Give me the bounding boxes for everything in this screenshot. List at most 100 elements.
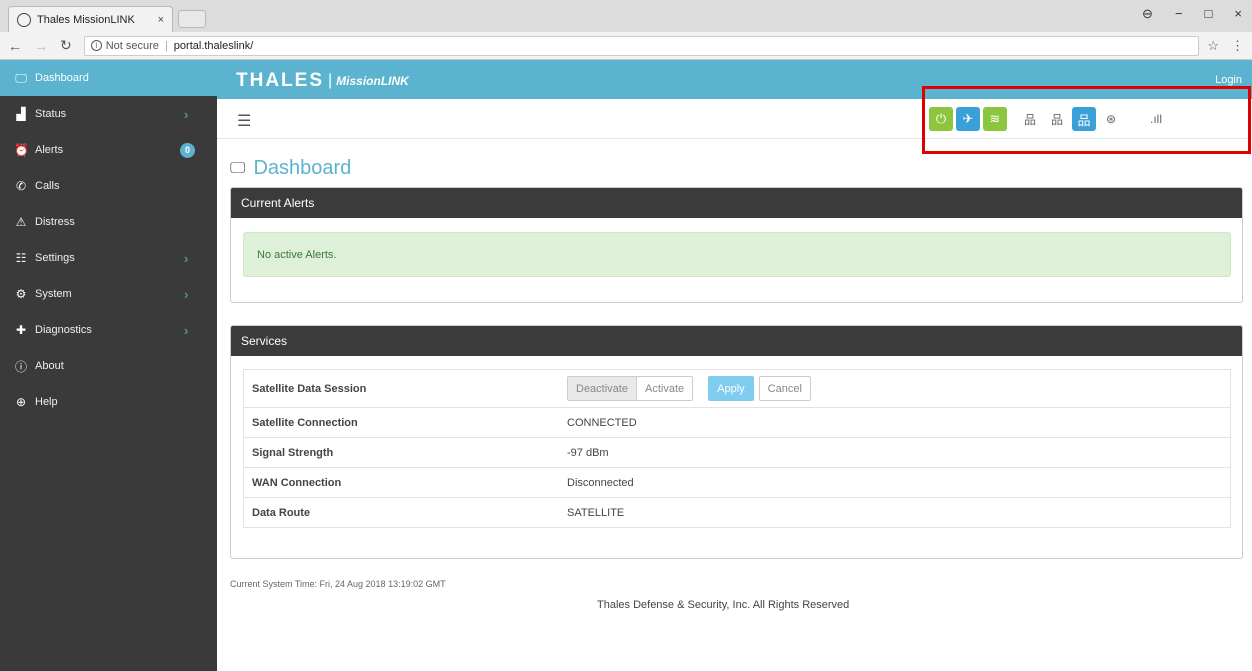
- sidebar-item-label: Alerts: [35, 144, 64, 156]
- browser-tab[interactable]: Thales MissionLINK ×: [8, 6, 173, 32]
- sidebar-item-dashboard[interactable]: 🖵 Dashboard: [0, 60, 217, 96]
- security-label: Not secure: [105, 39, 159, 52]
- sidebar-item-label: Settings: [35, 252, 75, 264]
- browser-toolbar: ← → ↻ i Not secure | portal.thaleslink/ …: [0, 32, 1252, 60]
- network-1-icon[interactable]: 品: [1018, 107, 1042, 131]
- row-value: -97 dBm: [567, 446, 609, 459]
- medkit-icon: ✚: [15, 323, 27, 337]
- alerts-count-badge: 0: [180, 142, 195, 158]
- window-controls: ⊖ − □ ×: [1142, 6, 1242, 22]
- url-text: portal.thaleslink/: [173, 39, 254, 52]
- deactivate-button[interactable]: Deactivate: [567, 376, 637, 401]
- address-bar[interactable]: i Not secure | portal.thaleslink/: [83, 35, 1200, 56]
- services-panel: Services Satellite Data Session Deactiva…: [230, 325, 1243, 559]
- sidebar-item-diagnostics[interactable]: ✚ Diagnostics ›: [0, 312, 217, 348]
- sidebar-item-about[interactable]: ⓘ About: [0, 348, 217, 384]
- activate-button[interactable]: Activate: [636, 376, 694, 401]
- sidebar-item-label: Dashboard: [35, 72, 89, 84]
- table-row: Satellite Connection CONNECTED: [244, 407, 1230, 437]
- sliders-icon: ☷: [15, 251, 27, 265]
- chevron-right-icon: ›: [184, 322, 189, 338]
- sidebar-item-label: Diagnostics: [35, 324, 92, 336]
- bookmark-star-icon[interactable]: ☆: [1207, 38, 1219, 54]
- sidebar-item-label: System: [35, 288, 72, 300]
- lifebuoy-icon: ⊕: [15, 395, 27, 409]
- power-status-icon[interactable]: ⏻: [929, 107, 953, 131]
- status-icon-bar: ⏻ ✈ ≋ 品 品 品 ⊛ .ıll: [929, 107, 1171, 131]
- browser-menu-icon[interactable]: ⋮: [1231, 38, 1244, 54]
- sidebar-item-alerts[interactable]: ⏰ Alerts 0: [0, 132, 217, 168]
- cancel-button[interactable]: Cancel: [758, 376, 811, 401]
- sidebar-item-label: Status: [35, 108, 67, 120]
- table-row: Data Route SATELLITE: [244, 497, 1230, 527]
- app-header: THALES | MissionLINK Login: [217, 60, 1252, 99]
- brand-separator: |: [328, 72, 333, 89]
- wifi-status-icon[interactable]: ≋: [983, 107, 1007, 131]
- sidebar-item-label: Distress: [35, 216, 75, 228]
- network-3-icon[interactable]: 品: [1072, 107, 1096, 131]
- table-row: Signal Strength -97 dBm: [244, 437, 1230, 467]
- reload-icon[interactable]: ↻: [60, 37, 72, 54]
- sidebar-item-label: About: [35, 360, 64, 372]
- new-tab-button[interactable]: [178, 10, 206, 28]
- info-circle-icon[interactable]: i: [90, 40, 102, 51]
- globe-status-icon[interactable]: ⊛: [1099, 107, 1123, 131]
- maximize-button[interactable]: □: [1205, 6, 1213, 22]
- sidebar-item-settings[interactable]: ☷ Settings ›: [0, 240, 217, 276]
- tab-title: Thales MissionLINK: [37, 13, 135, 26]
- sidebar-item-calls[interactable]: ✆ Calls: [0, 168, 217, 204]
- sidebar-item-distress[interactable]: ⚠ Distress: [0, 204, 217, 240]
- brand-sub: MissionLINK: [336, 74, 409, 88]
- panel-heading: Services: [231, 326, 1242, 356]
- gear-icon: ⚙: [15, 287, 27, 301]
- url-separator: |: [164, 39, 168, 52]
- row-label: Signal Strength: [252, 446, 334, 459]
- row-value: Disconnected: [567, 476, 634, 489]
- sidebar-item-status[interactable]: ▟ Status ›: [0, 96, 217, 132]
- monitor-icon: 🖵: [15, 70, 27, 85]
- session-toggle: Deactivate Activate: [567, 376, 694, 401]
- forward-arrow-icon[interactable]: →: [34, 38, 48, 54]
- browser-tab-bar: Thales MissionLINK × ⊖ − □ ×: [0, 0, 1252, 32]
- current-alerts-panel: Current Alerts No active Alerts.: [230, 187, 1243, 303]
- sidebar-item-label: Help: [35, 396, 58, 408]
- bar-chart-icon: ▟: [16, 107, 26, 121]
- brand-logo: THALES | MissionLINK: [236, 70, 409, 92]
- sidebar: 🖵 Dashboard ▟ Status › ⏰ Alerts 0 ✆ Calls ⚠ Distres…: [0, 60, 217, 671]
- sidebar-item-help[interactable]: ⊕ Help: [0, 384, 217, 420]
- monitor-icon: 🖵: [230, 159, 246, 177]
- apply-button[interactable]: Apply: [708, 376, 754, 401]
- close-window-button[interactable]: ×: [1234, 6, 1242, 22]
- alarm-clock-icon: ⏰: [14, 143, 29, 157]
- row-value: SATELLITE: [567, 506, 625, 519]
- chevron-right-icon: ›: [184, 286, 189, 302]
- chevron-right-icon: ›: [184, 106, 189, 122]
- minimize-button[interactable]: −: [1175, 6, 1183, 22]
- alert-message: No active Alerts.: [243, 232, 1231, 277]
- tab-close-icon[interactable]: ×: [158, 14, 164, 26]
- login-link[interactable]: Login: [1215, 74, 1242, 86]
- chevron-right-icon: ›: [184, 250, 189, 266]
- network-2-icon[interactable]: 品: [1045, 107, 1069, 131]
- panel-heading: Current Alerts: [231, 188, 1242, 218]
- page-title-text: Dashboard: [253, 157, 352, 179]
- sidebar-item-system[interactable]: ⚙ System ›: [0, 276, 217, 312]
- page-title: 🖵 Dashboard: [230, 157, 351, 180]
- sub-header: ☰ ⏻ ✈ ≋ 品 品 品 ⊛ .ıll: [217, 99, 1252, 139]
- table-row: WAN Connection Disconnected: [244, 467, 1230, 497]
- brand-main: THALES: [236, 70, 324, 91]
- warning-icon: ⚠: [15, 215, 27, 229]
- globe-favicon-icon: [17, 12, 31, 27]
- signal-strength-icon[interactable]: .ıll: [1144, 107, 1168, 131]
- info-icon: ⓘ: [14, 359, 27, 374]
- hamburger-menu-icon[interactable]: ☰: [237, 111, 251, 131]
- services-table: Satellite Data Session Deactivate Activa…: [243, 369, 1231, 528]
- copyright: Thales Defense & Security, Inc. All Righ…: [597, 599, 850, 611]
- row-label: Data Route: [252, 506, 311, 519]
- row-label: Satellite Connection: [252, 416, 358, 429]
- profile-icon[interactable]: ⊖: [1142, 6, 1153, 22]
- row-label: Satellite Data Session: [252, 382, 367, 395]
- session-controls: Deactivate Activate Apply Cancel: [567, 376, 811, 401]
- back-arrow-icon[interactable]: ←: [8, 38, 22, 54]
- satellite-status-icon[interactable]: ✈: [956, 107, 980, 131]
